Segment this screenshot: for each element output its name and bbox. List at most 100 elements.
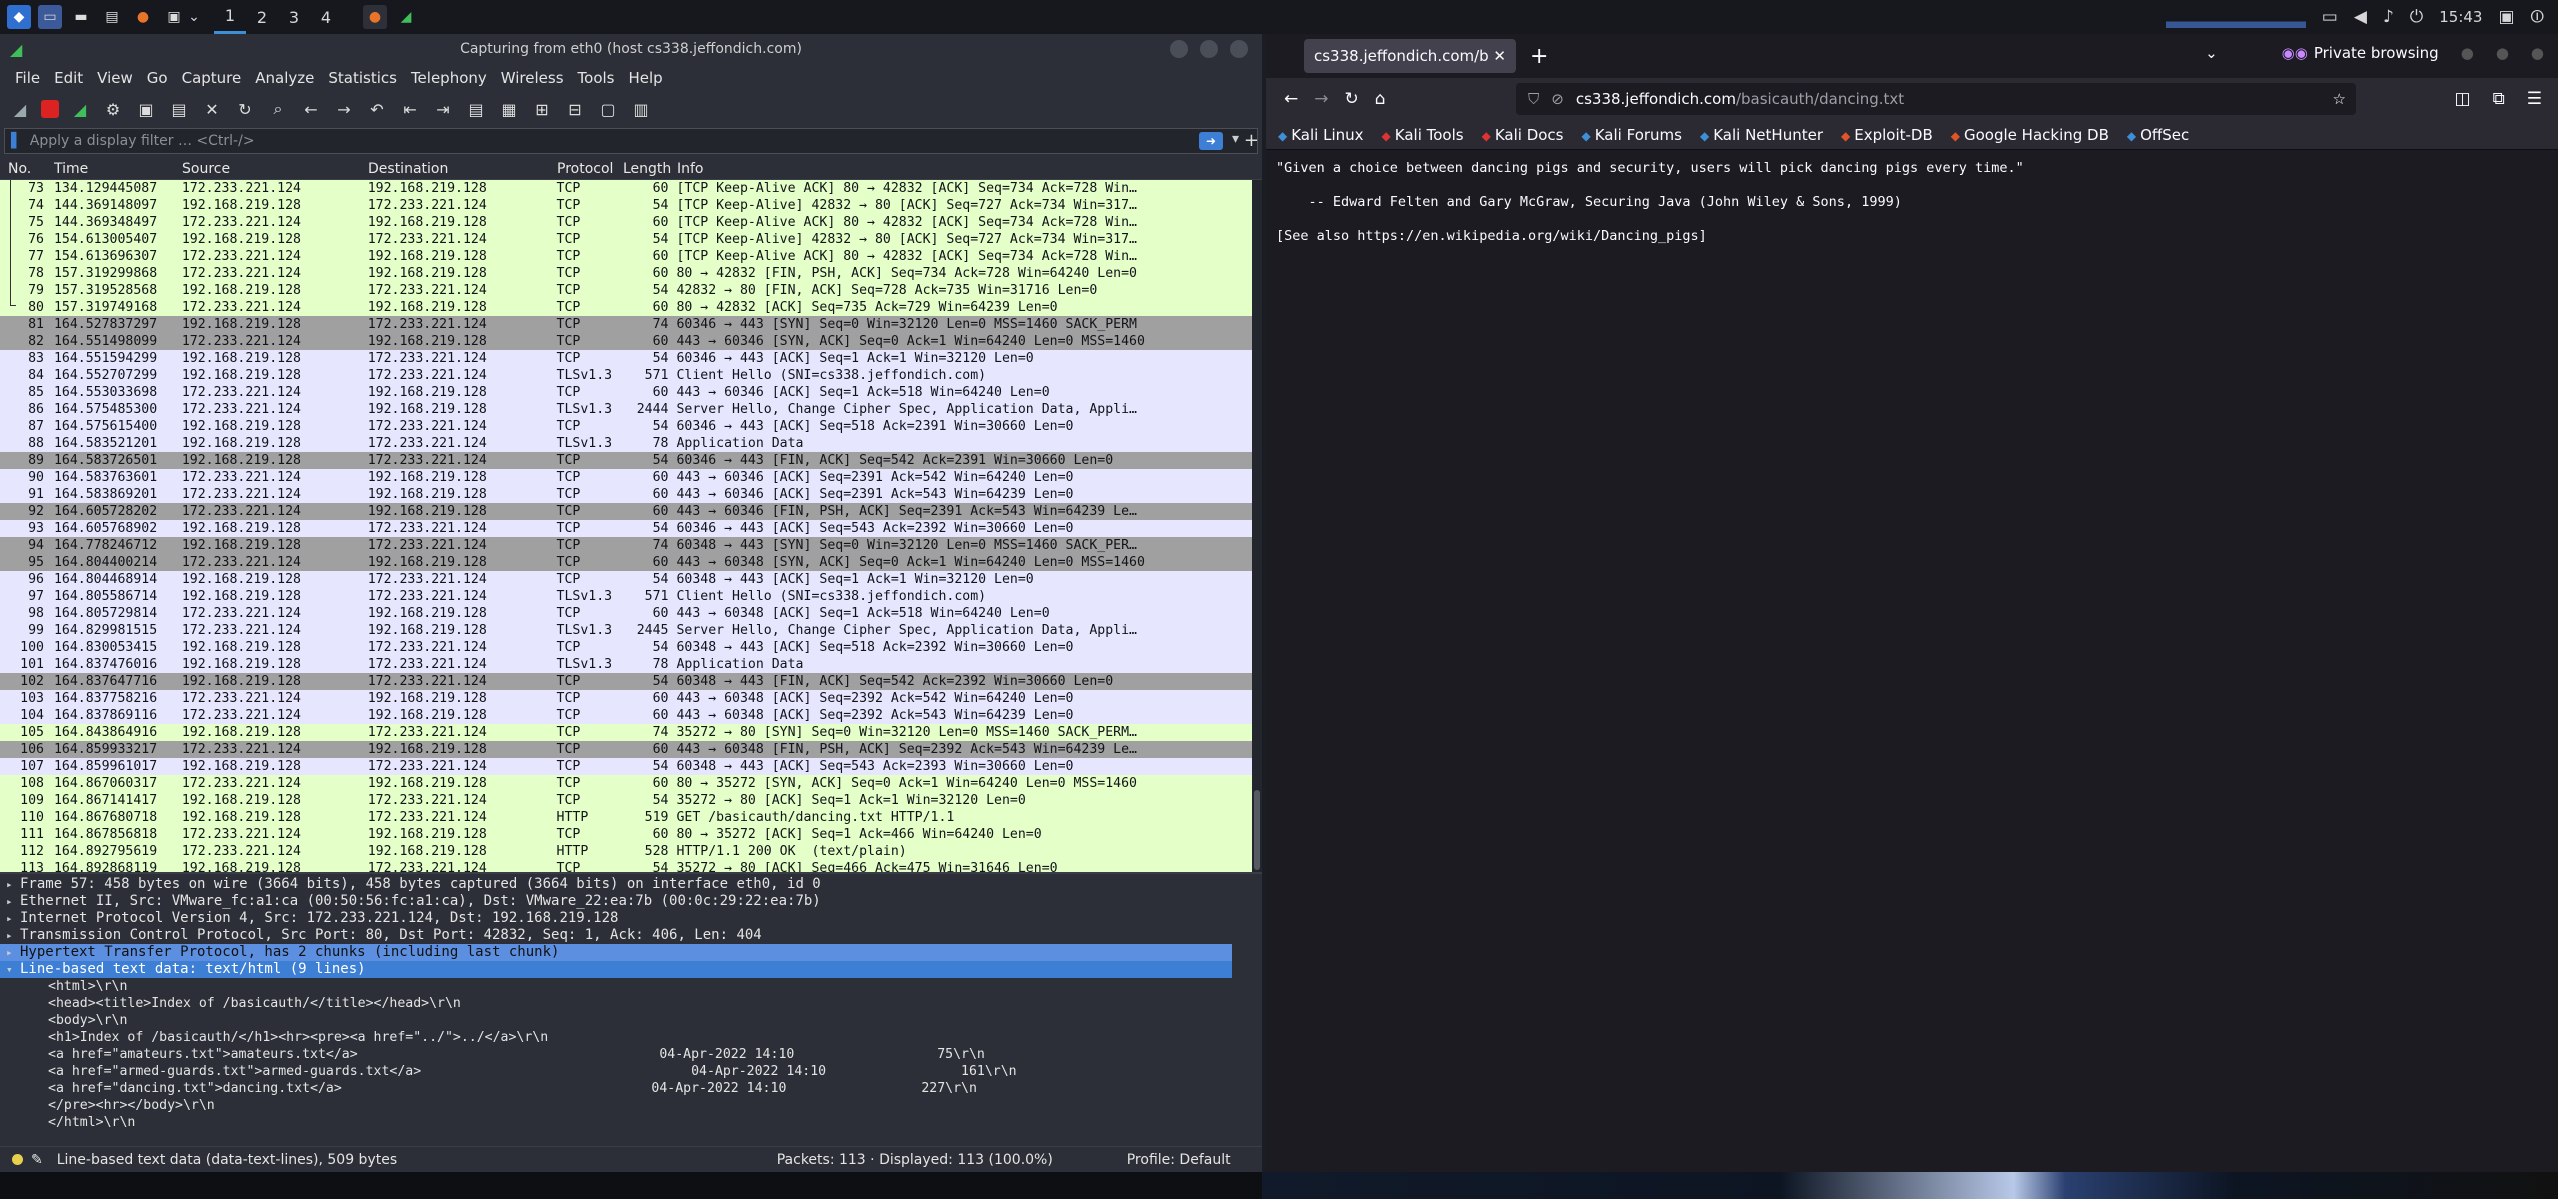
find-packet-search-icon[interactable]: ⌕ bbox=[266, 97, 290, 121]
packet-row[interactable]: 104 164.837869116 172.233.221.124 192.168.2… bbox=[0, 707, 1252, 724]
last-packet-icon[interactable]: ⇥ bbox=[431, 97, 455, 121]
packet-row[interactable]: 77 154.613696307 172.233.221.124 192.168.21… bbox=[0, 248, 1252, 265]
bookmark-star-icon[interactable]: ☆ bbox=[2333, 90, 2346, 108]
chevron-down-icon[interactable]: ⌄ bbox=[188, 5, 200, 29]
packet-row[interactable]: 113 164.892868119 192.168.219.128 172.233.2… bbox=[0, 860, 1252, 872]
list-all-tabs-chevron-icon[interactable]: ⌄ bbox=[2205, 44, 2218, 62]
close-button[interactable] bbox=[1230, 40, 1248, 58]
col-length[interactable]: Length bbox=[623, 161, 673, 177]
screen-icon[interactable]: ▭ bbox=[2322, 7, 2338, 27]
extensions-icon[interactable]: ⧉ bbox=[2493, 89, 2505, 109]
menu-telephony[interactable]: Telephony bbox=[404, 69, 494, 87]
packet-row[interactable]: 89 164.583726501 192.168.219.128 172.233.22… bbox=[0, 452, 1252, 469]
display-filter-input[interactable]: Apply a display filter … <Ctrl-/> bbox=[30, 133, 255, 149]
save-file-icon[interactable]: ▤ bbox=[167, 97, 191, 121]
status-profile[interactable]: Profile: Default bbox=[1127, 1152, 1231, 1168]
display-filter-bar[interactable]: ▌ Apply a display filter … <Ctrl-/> ➜ ▾ … bbox=[4, 128, 1259, 154]
packet-row[interactable]: 99 164.829981515 172.233.221.124 192.168.21… bbox=[0, 622, 1252, 639]
add-filter-button-icon[interactable]: + bbox=[1244, 130, 1259, 151]
notification-bell-icon[interactable]: ♪ bbox=[2383, 7, 2394, 27]
expand-triangle-icon[interactable]: ▸ bbox=[6, 876, 20, 893]
packet-row[interactable]: 75 144.369348497 172.233.221.124 192.168.21… bbox=[0, 214, 1252, 231]
bookmark-kali-tools[interactable]: ◆ Kali Tools bbox=[1382, 126, 1464, 144]
menu-view[interactable]: View bbox=[90, 69, 140, 87]
expand-triangle-icon[interactable]: ▾ bbox=[6, 961, 20, 978]
menu-analyze[interactable]: Analyze bbox=[248, 69, 321, 87]
packet-row[interactable]: 87 164.575615400 192.168.219.128 172.233.22… bbox=[0, 418, 1252, 435]
minimize-button[interactable] bbox=[1170, 40, 1188, 58]
packet-row[interactable]: 92 164.605728202 172.233.221.124 192.168.21… bbox=[0, 503, 1252, 520]
packet-row[interactable]: 96 164.804468914 192.168.219.128 172.233.22… bbox=[0, 571, 1252, 588]
packet-row[interactable]: 94 164.778246712 192.168.219.128 172.233.22… bbox=[0, 537, 1252, 554]
go-forward-arrow-icon[interactable]: → bbox=[332, 97, 356, 121]
workspace-3[interactable]: 3 bbox=[278, 0, 310, 34]
expand-triangle-icon[interactable]: ▸ bbox=[6, 893, 20, 910]
bookmark-google-hacking-db[interactable]: ◆ Google Hacking DB bbox=[1951, 126, 2109, 144]
packet-row[interactable]: 98 164.805729814 172.233.221.124 192.168.21… bbox=[0, 605, 1252, 622]
menu-tools[interactable]: Tools bbox=[571, 69, 622, 87]
stop-capture-icon[interactable] bbox=[41, 100, 59, 118]
packet-row[interactable]: 108 164.867060317 172.233.221.124 192.168.2… bbox=[0, 775, 1252, 792]
body-line[interactable]: <html>\r\n bbox=[0, 978, 1262, 995]
power-icon[interactable]: ⏻ bbox=[2410, 7, 2423, 27]
packet-row[interactable]: 111 164.867856818 172.233.221.124 192.168.2… bbox=[0, 826, 1252, 843]
packet-row[interactable]: 79 157.319528568 192.168.219.128 172.233.22… bbox=[0, 282, 1252, 299]
wireshark-window-icon[interactable]: ◢ bbox=[394, 5, 418, 29]
packet-row[interactable]: 88 164.583521201 192.168.219.128 172.233.22… bbox=[0, 435, 1252, 452]
packet-row[interactable]: 93 164.605768902 192.168.219.128 172.233.22… bbox=[0, 520, 1252, 537]
packet-row[interactable]: 81 164.527837297 192.168.219.128 172.233.22… bbox=[0, 316, 1252, 333]
app-menu-icon[interactable]: ☰ bbox=[2527, 89, 2542, 109]
packet-row[interactable]: 76 154.613005407 192.168.219.128 172.233.22… bbox=[0, 231, 1252, 248]
autoscroll-icon[interactable]: ▤ bbox=[464, 97, 488, 121]
packet-row[interactable]: 97 164.805586714 192.168.219.128 172.233.22… bbox=[0, 588, 1252, 605]
back-arrow-icon[interactable]: ← bbox=[1284, 89, 1298, 109]
volume-icon[interactable]: ◀ bbox=[2354, 7, 2367, 27]
ff-minimize-button[interactable]: ● bbox=[2461, 44, 2474, 62]
go-to-packet-icon[interactable]: ↶ bbox=[365, 97, 389, 121]
tab-close-icon[interactable]: ✕ bbox=[1493, 47, 1506, 65]
packet-row[interactable]: 106 164.859933217 172.233.221.124 192.168.2… bbox=[0, 741, 1252, 758]
apply-filter-arrow-icon[interactable]: ➜ bbox=[1199, 132, 1223, 150]
bookmark-exploit-db[interactable]: ◆ Exploit-DB bbox=[1841, 126, 1933, 144]
capture-options-gear-icon[interactable]: ⚙ bbox=[101, 97, 125, 121]
col-no[interactable]: No. bbox=[0, 161, 50, 177]
packet-row[interactable]: 103 164.837758216 172.233.221.124 192.168.2… bbox=[0, 690, 1252, 707]
packet-row[interactable]: 84 164.552707299 192.168.219.128 172.233.22… bbox=[0, 367, 1252, 384]
kali-menu-icon[interactable]: ◆ bbox=[7, 5, 31, 29]
workspace-4[interactable]: 4 bbox=[310, 0, 342, 34]
home-icon[interactable]: ⌂ bbox=[1375, 89, 1386, 109]
colorize-icon[interactable]: ▦ bbox=[497, 97, 521, 121]
bookmark-filter-icon[interactable]: ▌ bbox=[11, 133, 22, 149]
file-manager-icon[interactable]: ▬ bbox=[69, 5, 93, 29]
url-bar[interactable]: ⛉ ⊘ cs338.jeffondich.com/basicauth/danci… bbox=[1516, 83, 2356, 115]
close-file-icon[interactable]: ✕ bbox=[200, 97, 224, 121]
expand-triangle-icon[interactable]: ▸ bbox=[6, 910, 20, 927]
bookmark-kali-forums[interactable]: ◆ Kali Forums bbox=[1582, 126, 1682, 144]
col-source[interactable]: Source bbox=[178, 161, 364, 177]
packet-row[interactable]: 74 144.369148097 192.168.219.128 172.233.22… bbox=[0, 197, 1252, 214]
body-line[interactable]: <a href="armed-guards.txt">armed-guards.… bbox=[0, 1063, 1262, 1080]
menu-capture[interactable]: Capture bbox=[175, 69, 249, 87]
body-line[interactable]: <body>\r\n bbox=[0, 1012, 1262, 1029]
filter-dropdown-icon[interactable]: ▾ bbox=[1232, 131, 1239, 147]
maximize-button[interactable] bbox=[1200, 40, 1218, 58]
lock-icon[interactable]: ▣ bbox=[2498, 7, 2514, 27]
restart-capture-icon[interactable]: ◢ bbox=[68, 97, 92, 121]
body-line[interactable]: </pre><hr></body>\r\n bbox=[0, 1097, 1262, 1114]
packet-row[interactable]: 110 164.867680718 192.168.219.128 172.233.2… bbox=[0, 809, 1252, 826]
packet-row[interactable]: 80 157.319749168 172.233.221.124 192.168.21… bbox=[0, 299, 1252, 316]
logout-icon[interactable]: ⏼ bbox=[2531, 7, 2544, 27]
detail-tree-item[interactable]: ▾ Line-based text data: text/html (9 line… bbox=[0, 961, 1232, 978]
packet-row[interactable]: 100 164.830053415 192.168.219.128 172.233.2… bbox=[0, 639, 1252, 656]
detail-tree-item[interactable]: ▸ Internet Protocol Version 4, Src: 172.2… bbox=[0, 910, 1262, 927]
ff-maximize-button[interactable]: ● bbox=[2496, 44, 2509, 62]
menu-go[interactable]: Go bbox=[140, 69, 175, 87]
packet-row[interactable]: 102 164.837647716 192.168.219.128 172.233.2… bbox=[0, 673, 1252, 690]
packet-row[interactable]: 78 157.319299868 172.233.221.124 192.168.21… bbox=[0, 265, 1252, 282]
menu-edit[interactable]: Edit bbox=[47, 69, 90, 87]
workspace-1[interactable]: 1 bbox=[214, 0, 246, 34]
menu-statistics[interactable]: Statistics bbox=[321, 69, 404, 87]
packet-row[interactable]: 86 164.575485300 172.233.221.124 192.168.21… bbox=[0, 401, 1252, 418]
zoom-out-icon[interactable]: ⊟ bbox=[563, 97, 587, 121]
go-back-arrow-icon[interactable]: ← bbox=[299, 97, 323, 121]
